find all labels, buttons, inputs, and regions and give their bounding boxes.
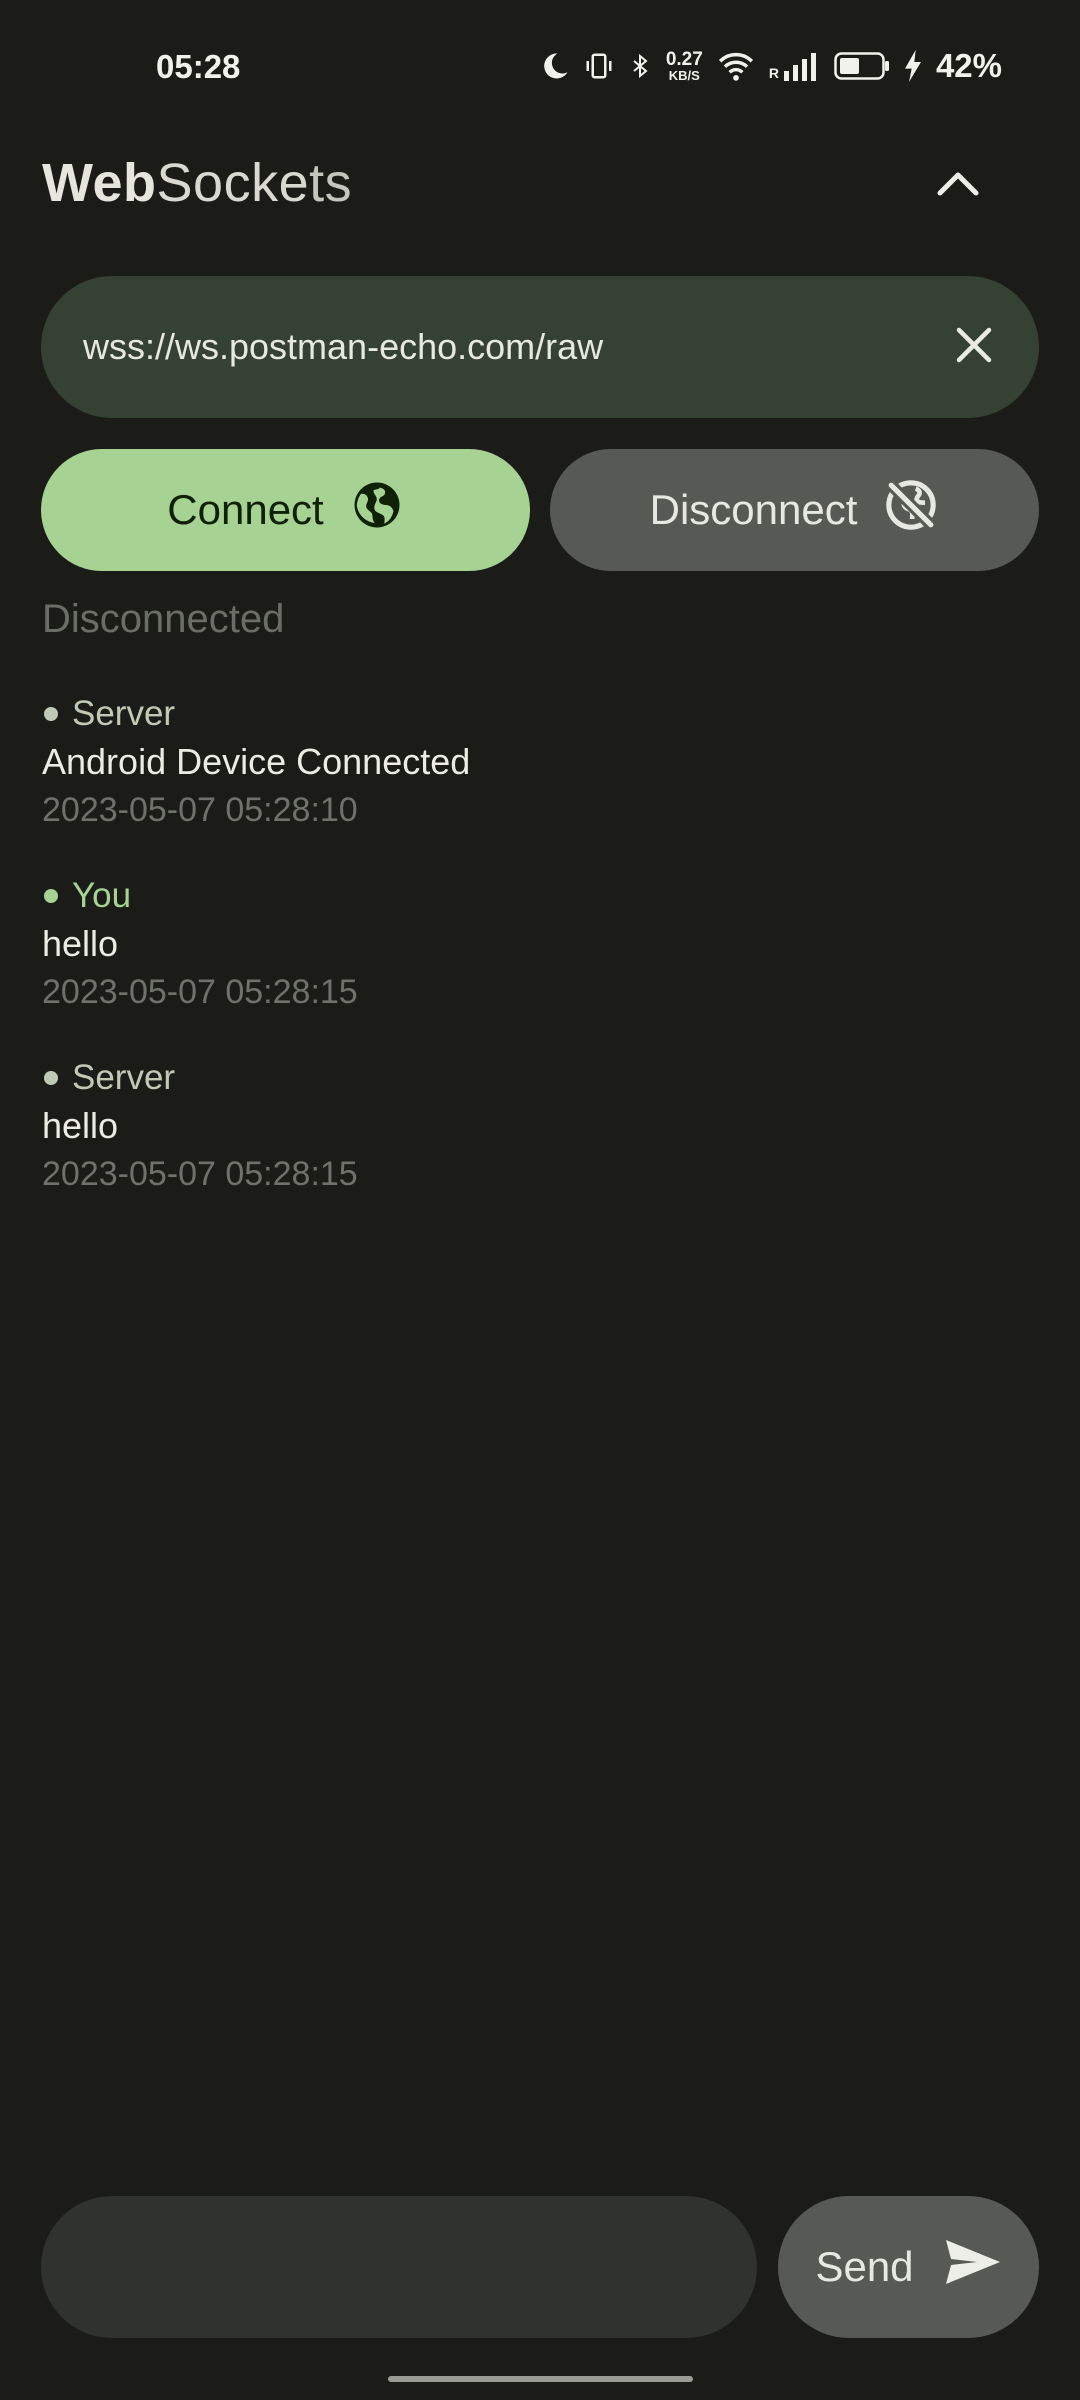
message-sender: Server	[42, 690, 1042, 738]
message-timestamp: 2023-05-07 05:28:15	[42, 1155, 358, 1193]
sender-dot-icon	[44, 707, 58, 721]
message-timestamp: 2023-05-07 05:28:10	[42, 791, 358, 829]
cell-signal-icon: R	[769, 51, 820, 81]
app-title-part3: ts	[309, 153, 353, 213]
status-time: 05:28	[156, 48, 241, 85]
close-icon	[954, 325, 994, 370]
list-item: You hello 2023-05-07 05:28:15	[42, 872, 1042, 1016]
vibrate-icon	[584, 50, 614, 82]
message-list: Server Android Device Connected 2023-05-…	[42, 690, 1042, 1236]
app-title-part1: Web	[42, 153, 157, 213]
list-item: Server Android Device Connected 2023-05-…	[42, 690, 1042, 834]
url-input-value[interactable]: wss://ws.postman-echo.com/raw	[83, 276, 603, 418]
charging-icon	[904, 50, 922, 82]
clear-url-button[interactable]	[939, 312, 1009, 382]
message-text: hello	[42, 923, 119, 964]
disconnect-button[interactable]: Disconnect	[550, 449, 1039, 571]
moon-icon	[540, 51, 570, 81]
send-icon	[944, 2238, 1002, 2296]
message-text: hello	[42, 1105, 119, 1146]
list-item: Server hello 2023-05-07 05:28:15	[42, 1054, 1042, 1198]
home-indicator[interactable]	[388, 2376, 693, 2382]
message-sender-label: You	[72, 876, 132, 915]
globe-icon	[350, 478, 404, 542]
message-sender-label: Server	[72, 1058, 176, 1097]
signal-label: R	[768, 65, 779, 81]
connection-status: Disconnected	[42, 597, 285, 641]
message-text: Android Device Connected	[42, 741, 471, 782]
disconnect-button-label: Disconnect	[649, 486, 858, 533]
send-button-label: Send	[815, 2243, 914, 2290]
battery-percent: 42%	[935, 47, 1002, 84]
message-sender: You	[42, 872, 1042, 920]
sender-dot-icon	[44, 1071, 58, 1085]
message-input[interactable]	[41, 2196, 757, 2338]
chevron-up-icon	[935, 168, 981, 203]
sender-dot-icon	[44, 889, 58, 903]
url-field[interactable]: wss://ws.postman-echo.com/raw	[41, 276, 1039, 418]
battery-icon	[834, 52, 890, 80]
message-sender: Server	[42, 1054, 1042, 1102]
status-bar: 05:28 0.27 KB/S R 42%	[0, 0, 1080, 140]
network-speed-value: 0.27	[665, 49, 703, 70]
message-timestamp: 2023-05-07 05:28:15	[42, 973, 358, 1011]
bluetooth-icon	[628, 50, 652, 82]
network-speed: 0.27 KB/S	[666, 50, 703, 82]
globe-off-icon	[883, 477, 939, 543]
message-sender-label: Server	[72, 694, 176, 733]
connect-button[interactable]: Connect	[41, 449, 530, 571]
status-icons: 0.27 KB/S R 42%	[540, 46, 1002, 86]
send-button[interactable]: Send	[778, 2196, 1039, 2338]
wifi-icon	[717, 50, 755, 82]
app-title: WebSockets	[42, 152, 352, 214]
collapse-button[interactable]	[918, 150, 998, 220]
network-speed-unit: KB/S	[668, 68, 700, 83]
app-title-part2: Socke	[156, 153, 310, 213]
connect-button-label: Connect	[167, 486, 324, 533]
